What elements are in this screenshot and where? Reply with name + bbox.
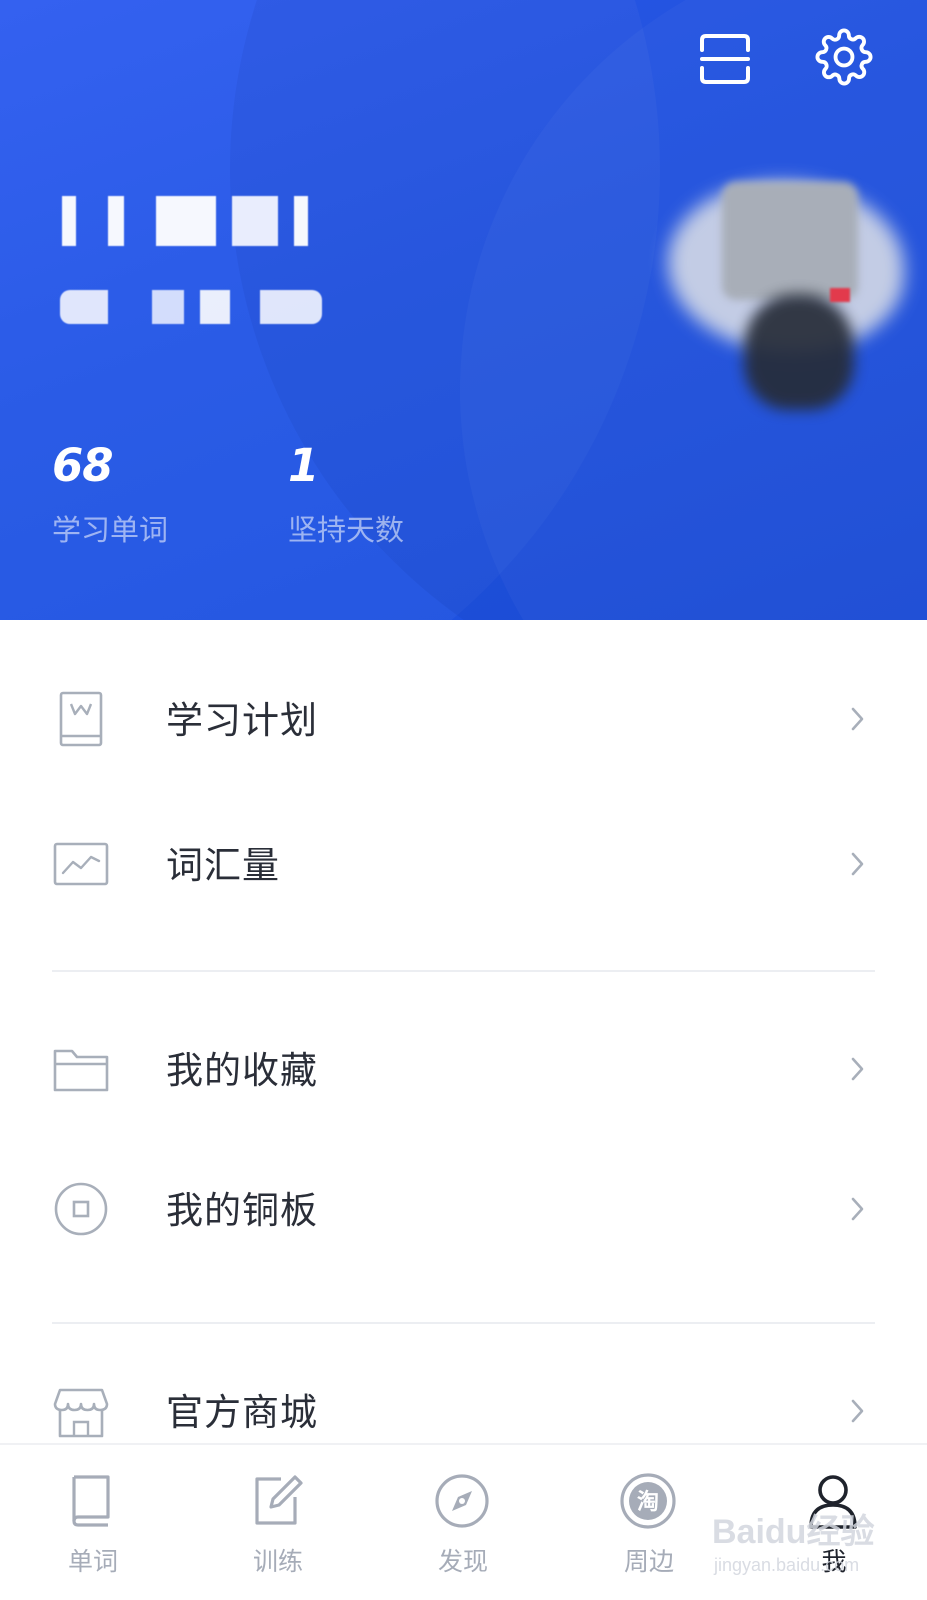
gear-icon[interactable] <box>815 28 873 86</box>
menu-item-study-plan[interactable]: 学习计划 <box>0 660 927 780</box>
stat-value: 1 <box>288 439 319 492</box>
person-icon <box>803 1471 863 1531</box>
avatar[interactable] <box>660 152 910 414</box>
stat-value: 68 <box>52 439 114 492</box>
tab-label: 周边 <box>623 1547 674 1576</box>
menu-item-label: 我的铜板 <box>166 1189 318 1232</box>
stat-learned-words: 68 学习单词 <box>52 438 168 550</box>
tab-label: 训练 <box>252 1547 303 1576</box>
tab-label: 我 <box>821 1547 847 1576</box>
coin-icon <box>52 1180 110 1238</box>
profile-header: 68 学习单词 1 坚持天数 <box>0 0 927 620</box>
book-icon <box>62 1471 122 1531</box>
edit-icon <box>247 1471 307 1531</box>
menu-item-favorites[interactable]: 我的收藏 <box>0 1010 927 1130</box>
folder-icon <box>52 1040 110 1098</box>
tab-training[interactable]: 训练 <box>185 1445 371 1600</box>
svg-text:淘: 淘 <box>637 1489 659 1515</box>
chevron-right-icon <box>848 1194 868 1224</box>
tab-label: 单词 <box>67 1547 118 1576</box>
tab-nearby[interactable]: 淘 周边 <box>556 1445 742 1600</box>
bottom-tab-bar: 单词 训练 发现 淘 周边 我 <box>0 1443 927 1600</box>
tab-words[interactable]: 单词 <box>0 1445 186 1600</box>
menu-item-coins[interactable]: 我的铜板 <box>0 1150 927 1270</box>
stat-label: 学习单词 <box>52 513 169 547</box>
user-subtitle-redacted <box>60 290 322 324</box>
tab-label: 发现 <box>437 1547 488 1576</box>
chevron-right-icon <box>848 704 868 734</box>
stat-label: 坚持天数 <box>288 513 405 547</box>
divider <box>52 970 875 972</box>
divider <box>52 1322 875 1324</box>
chevron-right-icon <box>848 1396 868 1426</box>
vocabulary-chart-icon <box>52 835 110 893</box>
stat-streak-days: 1 坚持天数 <box>288 438 404 550</box>
menu-item-label: 我的收藏 <box>166 1049 318 1092</box>
user-name-redacted <box>56 196 324 246</box>
scan-icon[interactable] <box>698 32 752 86</box>
chevron-right-icon <box>848 1054 868 1084</box>
tab-discover[interactable]: 发现 <box>370 1445 556 1600</box>
study-plan-icon <box>52 690 110 748</box>
chevron-right-icon <box>848 849 868 879</box>
menu-item-vocabulary[interactable]: 词汇量 <box>0 805 927 925</box>
menu-item-label: 学习计划 <box>166 699 318 742</box>
compass-icon <box>432 1471 492 1531</box>
taobao-icon: 淘 <box>618 1471 678 1531</box>
menu-item-label: 官方商城 <box>166 1391 318 1434</box>
tab-me[interactable]: 我 <box>741 1445 927 1600</box>
store-icon <box>52 1382 110 1440</box>
menu-item-label: 词汇量 <box>166 844 280 887</box>
